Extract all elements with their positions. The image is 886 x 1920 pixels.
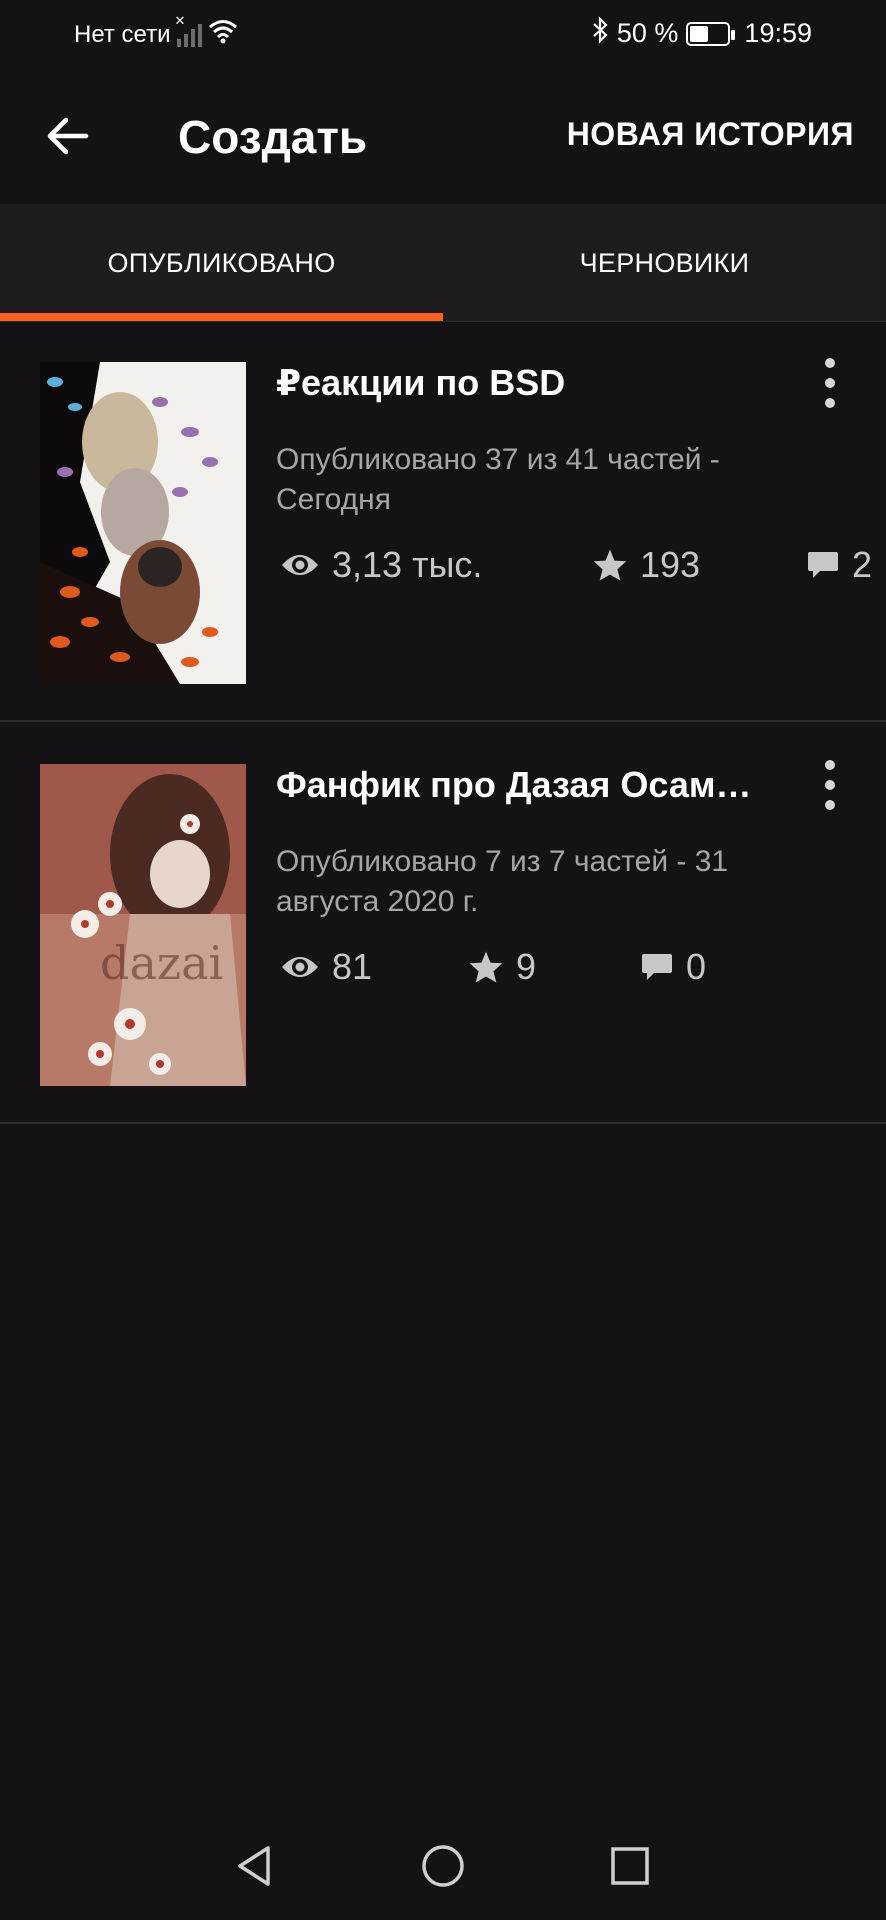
bluetooth-icon: [591, 16, 609, 51]
story-publish-info: Опубликовано 37 из 41 частей - Сегодня: [276, 443, 720, 516]
more-options-button[interactable]: [818, 760, 842, 810]
dot: [825, 358, 835, 368]
active-tab-indicator: [0, 313, 443, 321]
dot: [825, 378, 835, 388]
circle-home-icon: [422, 1845, 464, 1887]
votes-count: 9: [516, 946, 537, 987]
story-title[interactable]: ₽еакции по BSD: [276, 362, 776, 404]
nav-home-button[interactable]: [413, 1836, 473, 1896]
arrow-left-icon: [47, 117, 89, 155]
new-story-button[interactable]: НОВАЯ ИСТОРИЯ: [567, 116, 854, 153]
status-right: 50 % 19:59: [591, 16, 812, 51]
story-title[interactable]: Фанфик про Дазая Осам…: [276, 764, 776, 806]
more-options-button[interactable]: [818, 358, 842, 408]
tab-bar: ОПУБЛИКОВАНО ЧЕРНОВИКИ: [0, 204, 886, 322]
comment-icon: [642, 954, 672, 980]
triangle-back-icon: [238, 1846, 270, 1886]
square-recents-icon: [611, 1847, 649, 1885]
votes-stat: 9: [468, 946, 536, 988]
comments-count: 2: [852, 544, 873, 585]
app-bar: Создать НОВАЯ ИСТОРИЯ: [0, 70, 886, 204]
views-stat: 81: [280, 946, 372, 988]
dot: [825, 760, 835, 770]
story-stats: 3,13 тыс. 193 2: [280, 544, 886, 592]
views-count: 3,13 тыс.: [332, 544, 483, 585]
tab-published[interactable]: ОПУБЛИКОВАНО: [0, 204, 443, 322]
comments-stat: 0: [640, 946, 706, 988]
star-icon: [593, 549, 627, 581]
tab-drafts[interactable]: ЧЕРНОВИКИ: [443, 204, 886, 322]
story-item[interactable]: ₽еакции по BSD Опубликовано 37 из 41 час…: [0, 322, 886, 722]
back-button[interactable]: [40, 108, 96, 164]
votes-stat: 193: [592, 544, 700, 586]
comments-count: 0: [686, 946, 707, 987]
status-bar: Нет сети ✕ 50 % 19:59: [0, 0, 886, 70]
dot: [825, 780, 835, 790]
dot: [825, 800, 835, 810]
svg-text:dazai: dazai: [100, 936, 223, 990]
carrier-label: Нет сети: [74, 20, 171, 48]
screen: Нет сети ✕ 50 % 19:59 Создать НОВАЯ ИСТО…: [0, 0, 886, 1920]
views-stat: 3,13 тыс.: [280, 544, 482, 586]
votes-count: 193: [640, 544, 701, 585]
dot: [825, 398, 835, 408]
eye-icon: [282, 555, 318, 575]
comments-stat: 2: [806, 544, 872, 586]
no-signal-icon: ✕: [175, 13, 202, 47]
story-cover-image[interactable]: dazai: [40, 764, 246, 1086]
star-icon: [469, 951, 503, 983]
story-publish-info: Опубликовано 7 из 7 частей - 31 августа …: [276, 845, 729, 918]
nav-back-button[interactable]: [224, 1836, 284, 1896]
story-cover-image[interactable]: [40, 362, 246, 684]
nav-recents-button[interactable]: [600, 1836, 660, 1896]
story-item[interactable]: dazai Фанфик про Дазая Осам… Опубликован…: [0, 724, 886, 1124]
comment-icon: [808, 552, 838, 578]
battery-icon: [686, 21, 736, 46]
clock: 19:59: [744, 18, 812, 48]
battery-percent: 50 %: [616, 18, 679, 48]
page-title: Создать: [178, 111, 368, 163]
views-count: 81: [332, 946, 373, 987]
system-nav-bar: [0, 1810, 886, 1920]
story-stats: 81 9 0: [280, 946, 886, 994]
wifi-icon: [208, 18, 238, 51]
eye-icon: [282, 957, 318, 977]
status-left: Нет сети ✕: [74, 13, 238, 51]
